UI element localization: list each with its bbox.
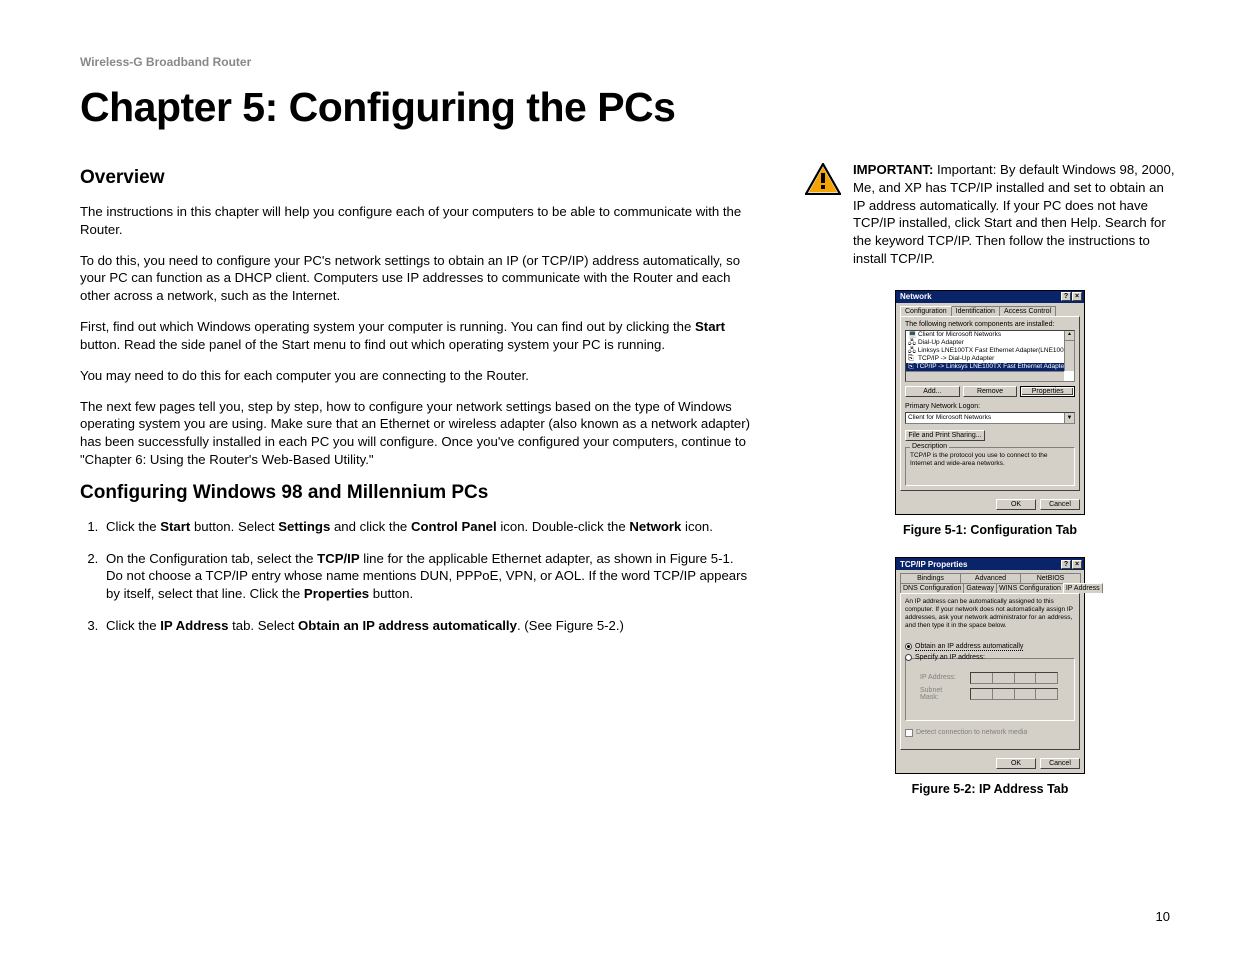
important-note: IMPORTANT: Important: By default Windows… [805, 161, 1175, 268]
tab-dns[interactable]: DNS Configuration [900, 583, 964, 593]
ip-address-label: IP Address: [920, 674, 962, 681]
protocol-icon: ⎘ [908, 355, 916, 363]
radio-off-icon [905, 654, 912, 661]
tab-advanced[interactable]: Advanced [960, 573, 1021, 583]
dialog-titlebar: TCP/IP Properties ? × [896, 558, 1084, 570]
radio-on-icon [905, 643, 912, 650]
cancel-button[interactable]: Cancel [1040, 499, 1080, 510]
warning-icon [805, 163, 841, 195]
description-text: TCP/IP is the protocol you use to connec… [910, 452, 1070, 468]
chapter-title: Chapter 5: Configuring the PCs [80, 84, 1175, 131]
close-icon[interactable]: × [1072, 292, 1082, 301]
ip-address-input [970, 672, 1058, 684]
components-listbox[interactable]: 💻Client for Microsoft Networks 🖧Dial-Up … [905, 330, 1075, 382]
radio-obtain-auto[interactable]: Obtain an IP address automatically [905, 643, 1075, 651]
description-label: Description [910, 443, 949, 450]
steps-list: Click the Start button. Select Settings … [80, 518, 750, 635]
subnet-mask-label: Subnet Mask: [920, 687, 962, 701]
figure-5-1: Network ? × Configuration Identification… [805, 290, 1175, 538]
logon-label: Primary Network Logon: [905, 403, 1075, 410]
chevron-down-icon[interactable]: ▼ [1064, 413, 1074, 423]
scrollbar-vertical[interactable]: ▲ [1064, 331, 1074, 371]
step-2: On the Configuration tab, select the TCP… [102, 550, 750, 603]
ip-intro-text: An IP address can be automatically assig… [905, 598, 1075, 629]
ok-button[interactable]: OK [996, 758, 1036, 769]
close-icon[interactable]: × [1072, 560, 1082, 569]
ok-button[interactable]: OK [996, 499, 1036, 510]
tcpip-dialog: TCP/IP Properties ? × Bindings Advanced … [895, 557, 1085, 773]
overview-p2: To do this, you need to configure your P… [80, 252, 750, 305]
tab-access-control[interactable]: Access Control [999, 306, 1056, 316]
overview-p5: The next few pages tell you, step by ste… [80, 398, 750, 469]
dialog-titlebar: Network ? × [896, 291, 1084, 303]
help-icon[interactable]: ? [1061, 292, 1071, 301]
tab-bindings[interactable]: Bindings [900, 573, 961, 583]
important-lead: IMPORTANT: [853, 162, 933, 177]
overview-p1: The instructions in this chapter will he… [80, 203, 750, 239]
figure-5-2-caption: Figure 5-2: IP Address Tab [805, 782, 1175, 796]
tab-configuration[interactable]: Configuration [900, 306, 952, 316]
protocol-icon: ⎘ [908, 363, 914, 371]
tab-gateway[interactable]: Gateway [963, 583, 997, 593]
tab-netbios[interactable]: NetBIOS [1020, 573, 1081, 583]
figure-5-1-caption: Figure 5-1: Configuration Tab [805, 523, 1175, 537]
components-label: The following network components are ins… [905, 321, 1075, 328]
adapter-icon: 🖧 [908, 339, 916, 347]
tab-wins[interactable]: WINS Configuration [996, 583, 1064, 593]
step-1: Click the Start button. Select Settings … [102, 518, 750, 536]
adapter-icon: 🖧 [908, 347, 916, 355]
overview-p4: You may need to do this for each compute… [80, 367, 750, 385]
detect-connection-checkbox[interactable]: Detect connection to network media [905, 729, 1075, 737]
logon-combo[interactable]: Client for Microsoft Networks ▼ [905, 412, 1075, 424]
network-dialog: Network ? × Configuration Identification… [895, 290, 1085, 516]
tab-ip-address[interactable]: IP Address [1063, 583, 1103, 593]
subnet-mask-input [970, 688, 1058, 700]
figure-5-2: TCP/IP Properties ? × Bindings Advanced … [805, 557, 1175, 795]
properties-button[interactable]: Properties [1020, 386, 1075, 397]
remove-button[interactable]: Remove [963, 386, 1018, 397]
overview-p3: First, find out which Windows operating … [80, 318, 750, 354]
cancel-button[interactable]: Cancel [1040, 758, 1080, 769]
config-9x-heading: Configuring Windows 98 and Millennium PC… [80, 482, 750, 504]
add-button[interactable]: Add... [905, 386, 960, 397]
side-column: IMPORTANT: Important: By default Windows… [805, 161, 1175, 816]
overview-heading: Overview [80, 167, 750, 189]
step-3: Click the IP Address tab. Select Obtain … [102, 617, 750, 635]
client-icon: 💻 [908, 331, 916, 339]
main-column: Overview The instructions in this chapte… [80, 161, 750, 816]
checkbox-icon [905, 729, 913, 737]
dialog-title: TCP/IP Properties [900, 560, 967, 569]
important-body: Important: By default Windows 98, 2000, … [853, 162, 1175, 266]
help-icon[interactable]: ? [1061, 560, 1071, 569]
scrollbar-horizontal[interactable] [906, 371, 1064, 381]
product-header: Wireless-G Broadband Router [80, 55, 1175, 69]
page-number: 10 [1156, 909, 1170, 924]
dialog-title: Network [900, 292, 932, 301]
tab-identification[interactable]: Identification [951, 306, 1000, 316]
file-share-button[interactable]: File and Print Sharing... [905, 430, 985, 441]
